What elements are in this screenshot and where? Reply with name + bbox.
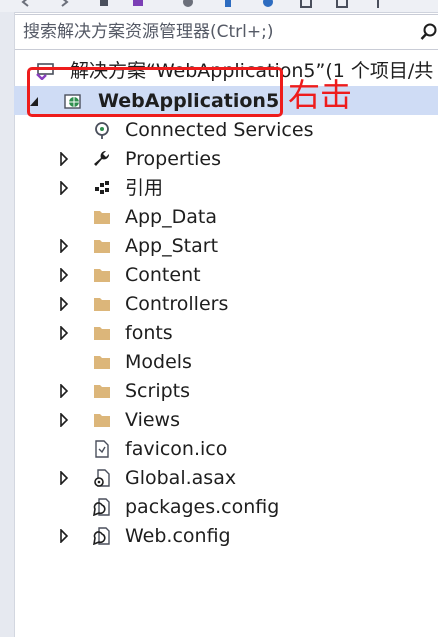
folder-icon: [94, 414, 110, 427]
item-label: App_Data: [125, 206, 217, 228]
folder-icon: [94, 327, 110, 340]
show-all-files-icon[interactable]: [336, 0, 348, 8]
tree-item-favicon[interactable]: favicon.ico: [14, 434, 438, 463]
tree-item-web-config[interactable]: Web.config: [14, 521, 438, 550]
item-label: App_Start: [125, 235, 219, 257]
back-icon[interactable]: [20, 0, 32, 8]
item-label: packages.config: [125, 496, 280, 518]
tree-item-references[interactable]: 引用: [14, 173, 438, 202]
switch-views-icon[interactable]: [132, 0, 144, 8]
tree-item-views[interactable]: Views: [14, 405, 438, 434]
item-label: Controllers: [125, 293, 229, 315]
home-icon[interactable]: [98, 0, 110, 8]
solution-icon: [36, 63, 54, 80]
solution-label: 解决方案“WebApplication5”(1 个项目/共 1: [70, 60, 438, 82]
search-icon[interactable]: [419, 22, 438, 42]
sync-icon[interactable]: [222, 0, 234, 8]
forward-icon[interactable]: [58, 0, 70, 8]
tree-item-project[interactable]: WebApplication5: [14, 86, 438, 115]
collapsed-arrow-icon[interactable]: [59, 471, 69, 485]
tree-item-properties[interactable]: Properties: [14, 144, 438, 173]
item-label: fonts: [125, 322, 173, 344]
item-label: Scripts: [125, 380, 191, 402]
item-label: Properties: [125, 148, 222, 170]
folder-icon: [94, 298, 110, 311]
collapsed-arrow-icon[interactable]: [59, 384, 69, 398]
tree-item-app-start[interactable]: App_Start: [14, 231, 438, 260]
pending-changes-icon[interactable]: [182, 0, 194, 8]
collapsed-arrow-icon[interactable]: [59, 239, 69, 253]
item-label: Models: [125, 351, 192, 373]
expanded-arrow-icon[interactable]: [29, 94, 39, 108]
collapsed-arrow-icon[interactable]: [59, 413, 69, 427]
tree-item-content[interactable]: Content: [14, 260, 438, 289]
image-file-icon: [95, 440, 109, 458]
folder-icon: [94, 385, 110, 398]
web-project-icon: [64, 94, 81, 109]
item-label: favicon.ico: [125, 438, 228, 460]
collapsed-arrow-icon[interactable]: [59, 181, 69, 195]
tree-item-solution[interactable]: 解决方案“WebApplication5”(1 个项目/共 1: [14, 56, 438, 85]
tree-item-global-asax[interactable]: Global.asax: [14, 463, 438, 492]
tree-item-connected-services[interactable]: Connected Services: [14, 115, 438, 144]
left-edge-strip: [0, 12, 15, 637]
project-label: WebApplication5: [98, 90, 280, 112]
item-label: Web.config: [125, 525, 231, 547]
solution-explorer: 解决方案“WebApplication5”(1 个项目/共 1 WebAppli…: [0, 0, 438, 637]
properties-icon[interactable]: [372, 0, 384, 8]
config-file-icon: [93, 498, 110, 516]
item-label: Content: [125, 264, 201, 286]
collapsed-arrow-icon[interactable]: [59, 152, 69, 166]
tree-item-packages-config[interactable]: packages.config: [14, 492, 438, 521]
folder-icon: [94, 240, 110, 253]
tree-item-controllers[interactable]: Controllers: [14, 289, 438, 318]
wrench-icon: [94, 150, 110, 166]
folder-icon: [94, 356, 110, 369]
collapsed-arrow-icon[interactable]: [59, 326, 69, 340]
tree-item-models[interactable]: Models: [14, 347, 438, 376]
search-box: [14, 14, 438, 50]
item-label: Connected Services: [125, 119, 314, 141]
refresh-icon[interactable]: [262, 0, 274, 8]
tree-item-scripts[interactable]: Scripts: [14, 376, 438, 405]
gear-file-icon: [94, 469, 110, 487]
config-file-icon: [93, 527, 110, 545]
item-label: 引用: [125, 177, 164, 199]
tree-item-fonts[interactable]: fonts: [14, 318, 438, 347]
connected-services-icon: [95, 122, 109, 139]
annotation-text: 右击: [288, 76, 353, 114]
folder-icon: [94, 269, 110, 282]
collapsed-arrow-icon[interactable]: [59, 297, 69, 311]
item-label: Views: [125, 409, 180, 431]
item-label: Global.asax: [125, 467, 237, 489]
folder-icon: [94, 211, 110, 224]
search-input[interactable]: [23, 15, 393, 49]
collapsed-arrow-icon[interactable]: [59, 268, 69, 282]
tree-item-app-data[interactable]: App_Data: [14, 202, 438, 231]
collapse-all-icon[interactable]: [300, 0, 312, 8]
solution-explorer-toolbar: [0, 0, 438, 13]
collapsed-arrow-icon[interactable]: [59, 529, 69, 543]
references-icon: [95, 181, 109, 194]
